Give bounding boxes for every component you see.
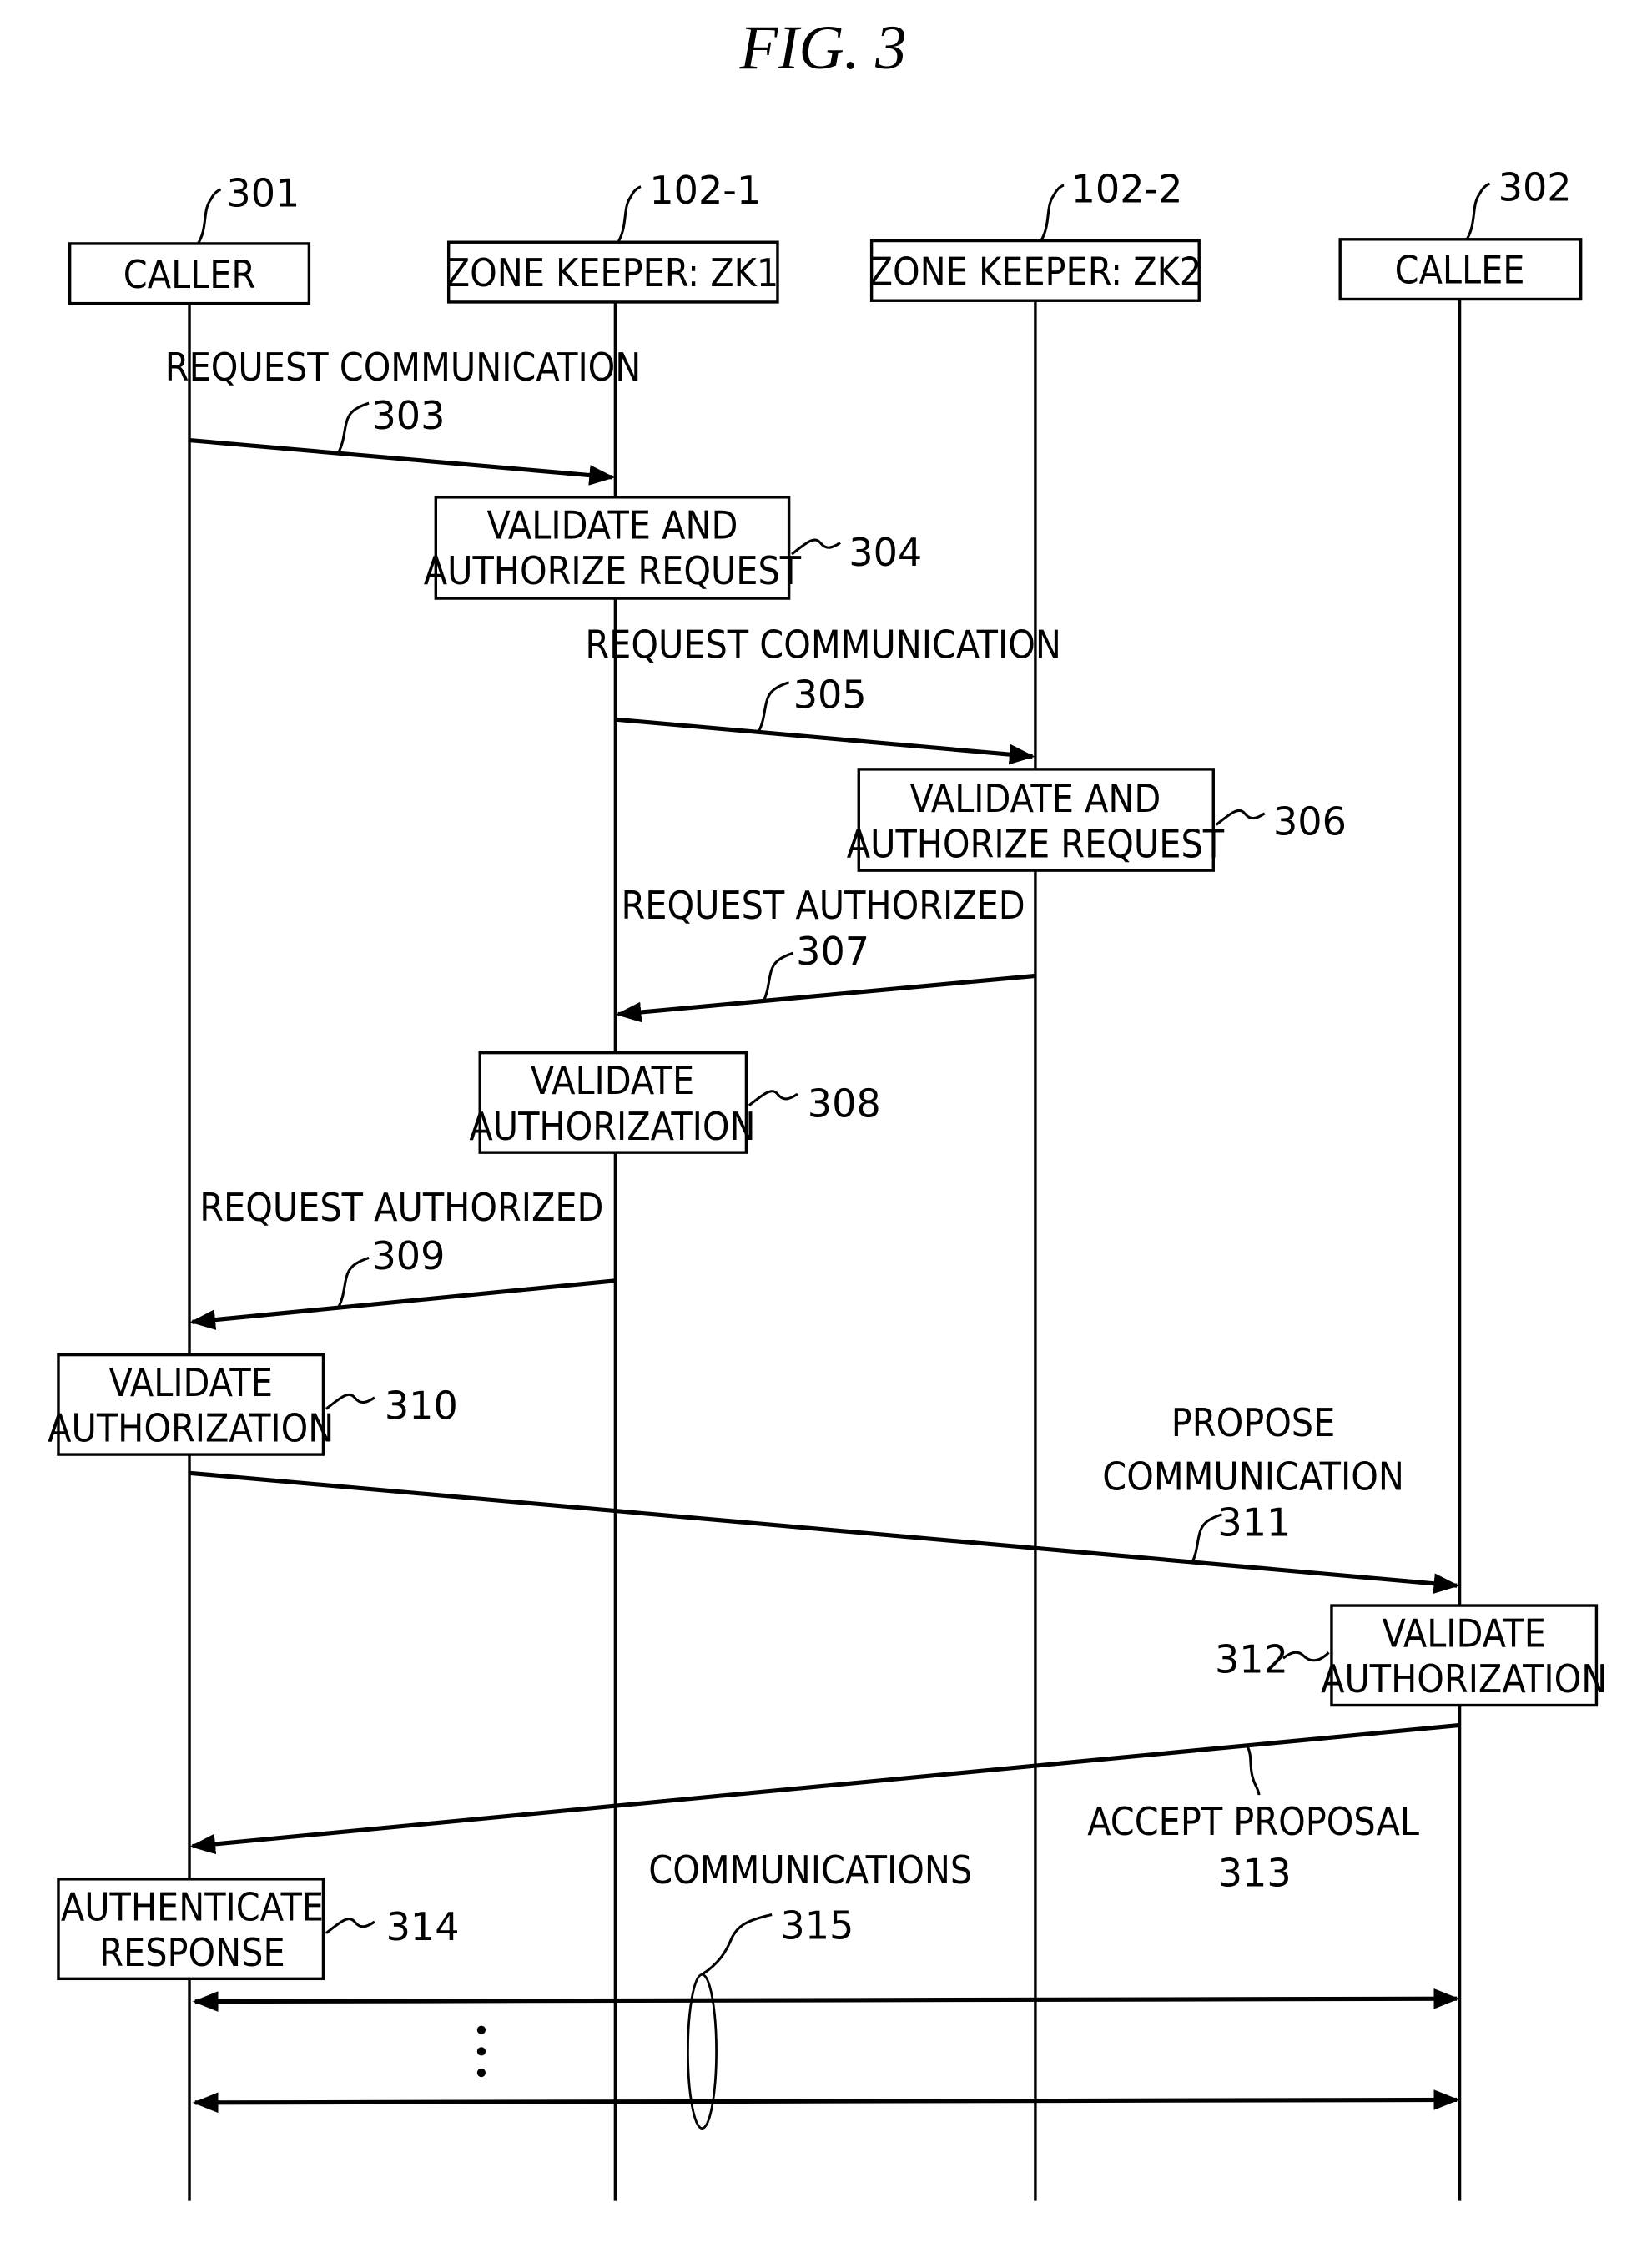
ref-leader-line xyxy=(748,1090,798,1107)
message-arrow xyxy=(615,717,1035,765)
ref-leader-line xyxy=(762,951,794,1002)
message-label: ACCEPT PROPOSAL xyxy=(1087,1799,1419,1844)
ref-number: 315 xyxy=(780,1903,854,1948)
process-label-line-2: AUTHORIZATION xyxy=(469,1104,755,1149)
process-310: VALIDATE AUTHORIZATION 310 xyxy=(48,1353,458,1456)
ref-number: 304 xyxy=(849,530,922,575)
ref-leader-line xyxy=(196,188,222,244)
ref-number: 312 xyxy=(1215,1636,1288,1681)
ellipsis-dot xyxy=(476,2047,486,2056)
ref-leader-line xyxy=(337,401,370,452)
ellipsis-dot xyxy=(476,2068,486,2078)
communications-label: COMMUNICATIONS xyxy=(648,1847,972,1893)
message-311: PROPOSE COMMUNICATION 311 xyxy=(189,1400,1460,1594)
ref-leader-line xyxy=(1465,182,1490,240)
process-label-line-1: VALIDATE AND xyxy=(487,502,738,547)
ref-number: 311 xyxy=(1217,1500,1291,1545)
ref-leader-line xyxy=(337,1257,370,1308)
process-label-line-2: AUTHORIZATION xyxy=(48,1406,334,1451)
ref-number: 308 xyxy=(808,1081,881,1126)
process-label-line-1: VALIDATE xyxy=(1382,1611,1545,1656)
participant-zk2: ZONE KEEPER: ZK2 102-2 xyxy=(869,166,1202,302)
ref-number: 306 xyxy=(1273,799,1347,844)
process-label-line-2: AUTHORIZE REQUEST xyxy=(424,548,802,593)
ref-number: 102-2 xyxy=(1071,166,1183,211)
ref-number: 313 xyxy=(1218,1850,1292,1895)
participant-label: ZONE KEEPER: ZK2 xyxy=(869,249,1202,294)
ref-leader-line xyxy=(1246,1746,1261,1796)
process-label-line-1: AUTHENTICATE xyxy=(61,1884,324,1929)
process-312: VALIDATE AUTHORIZATION 312 xyxy=(1215,1604,1607,1707)
ref-number: 102-1 xyxy=(649,168,761,213)
grouping-ellipse xyxy=(687,1973,718,2130)
message-307: REQUEST AUTHORIZED 307 xyxy=(615,883,1036,1023)
ref-number: 305 xyxy=(793,672,867,717)
message-label: REQUEST AUTHORIZED xyxy=(199,1185,603,1230)
process-306: VALIDATE AND AUTHORIZE REQUEST 306 xyxy=(847,768,1347,872)
message-309: REQUEST AUTHORIZED 309 xyxy=(189,1185,616,1330)
participant-caller: CALLER 301 xyxy=(68,171,311,305)
participant-label: CALLEE xyxy=(1395,248,1525,293)
ref-number: 303 xyxy=(372,393,446,438)
ref-leader-line xyxy=(617,185,642,244)
process-label-line-2: AUTHORIZE REQUEST xyxy=(847,822,1225,867)
process-308: VALIDATE AUTHORIZATION 308 xyxy=(469,1051,881,1154)
message-arrow xyxy=(189,437,616,486)
communication-arrow-last xyxy=(192,2089,1460,2114)
message-label-line-1: PROPOSE xyxy=(1171,1400,1336,1445)
process-304: VALIDATE AND AUTHORIZE REQUEST 304 xyxy=(424,496,922,600)
ref-number: 301 xyxy=(226,171,300,216)
process-label-line-2: RESPONSE xyxy=(99,1930,285,1975)
participant-zk1: ZONE KEEPER: ZK1 102-1 xyxy=(446,168,779,304)
ref-leader-line xyxy=(325,1918,375,1934)
message-305: REQUEST COMMUNICATION 305 xyxy=(585,622,1061,765)
ellipsis-dot xyxy=(476,2025,486,2034)
process-label-line-1: VALIDATE xyxy=(109,1360,273,1405)
ref-leader-line xyxy=(1040,184,1065,242)
message-label: REQUEST AUTHORIZED xyxy=(621,883,1025,928)
participant-callee: CALLEE 302 xyxy=(1338,165,1583,301)
figure-title: FIG. 3 xyxy=(738,13,906,83)
ref-number: 310 xyxy=(385,1383,458,1428)
ref-number: 307 xyxy=(796,929,869,974)
message-label-line-2: COMMUNICATION xyxy=(1102,1454,1404,1500)
process-label-line-2: AUTHORIZATION xyxy=(1321,1656,1607,1701)
process-label-line-1: VALIDATE AND xyxy=(909,776,1161,821)
process-314: AUTHENTICATE RESPONSE 314 xyxy=(57,1878,460,1981)
sequence-diagram: FIG. 3 CALLER 301 ZONE KEEPER: ZK1 102-1… xyxy=(48,13,1607,2201)
ref-number: 302 xyxy=(1498,165,1572,210)
message-arrow xyxy=(189,1278,616,1330)
participant-label: CALLER xyxy=(123,252,255,297)
ref-number: 314 xyxy=(386,1904,460,1949)
ref-leader-line xyxy=(758,681,790,732)
participant-label: ZONE KEEPER: ZK1 xyxy=(446,250,779,295)
ref-leader-line xyxy=(701,1913,773,1976)
process-label-line-1: VALIDATE xyxy=(531,1058,694,1103)
message-arrow xyxy=(615,973,1036,1023)
message-303: REQUEST COMMUNICATION 303 xyxy=(165,345,641,486)
ref-number: 309 xyxy=(372,1233,446,1278)
message-label: REQUEST COMMUNICATION xyxy=(165,345,641,390)
message-label: REQUEST COMMUNICATION xyxy=(585,622,1060,668)
communication-arrow-first xyxy=(192,1988,1460,2012)
